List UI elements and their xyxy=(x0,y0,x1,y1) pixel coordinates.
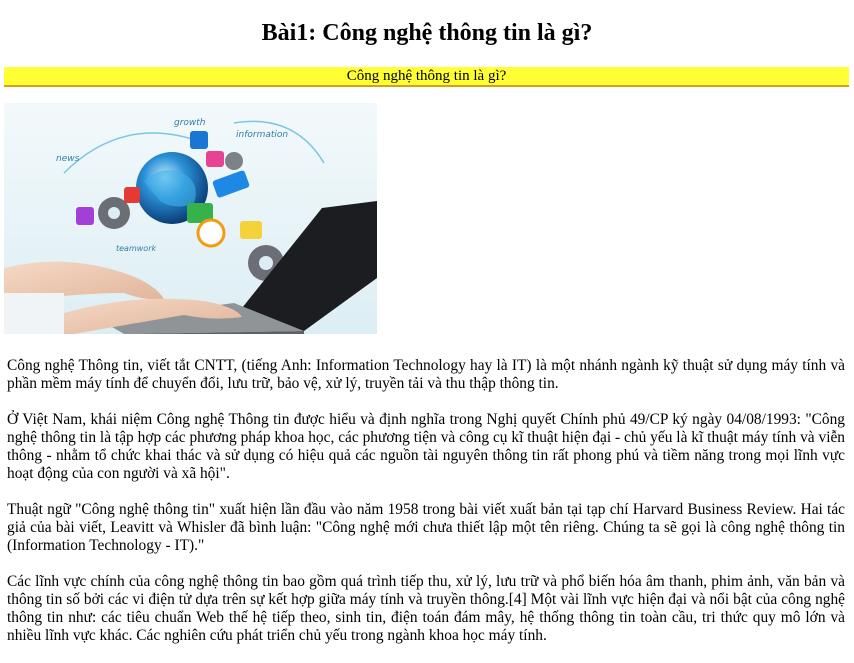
article-paragraph: Công nghệ Thông tin, viết tắt CNTT, (tiế… xyxy=(7,357,845,392)
subtitle-banner: Công nghệ thông tin là gì? xyxy=(4,67,849,87)
settings-icon xyxy=(124,187,140,203)
mail-icon xyxy=(240,221,262,239)
article-paragraph: Ở Việt Nam, khái niệm Công nghệ Thông ti… xyxy=(7,411,845,482)
it-illustration-image: growth information news teamwork xyxy=(4,103,377,334)
article-paragraph: Thuật ngữ "Công nghệ thông tin" xuất hiệ… xyxy=(7,501,845,554)
page-title: Bài1: Công nghệ thông tin là gì? xyxy=(261,20,593,46)
growth-label: growth xyxy=(174,118,206,128)
clock-icon xyxy=(196,218,226,248)
teamwork-label: teamwork xyxy=(116,244,156,253)
article-body: Công nghệ Thông tin, viết tắt CNTT, (tiế… xyxy=(7,357,845,663)
chart-icon xyxy=(190,131,208,149)
gear-icon xyxy=(225,152,243,170)
chat-icon xyxy=(206,151,224,167)
news-label: news xyxy=(56,154,80,164)
add-icon xyxy=(76,207,94,225)
article-paragraph: Các lĩnh vực chính của công nghệ thông t… xyxy=(7,573,845,644)
information-label: information xyxy=(236,130,288,140)
shirt-sleeve xyxy=(4,293,64,334)
